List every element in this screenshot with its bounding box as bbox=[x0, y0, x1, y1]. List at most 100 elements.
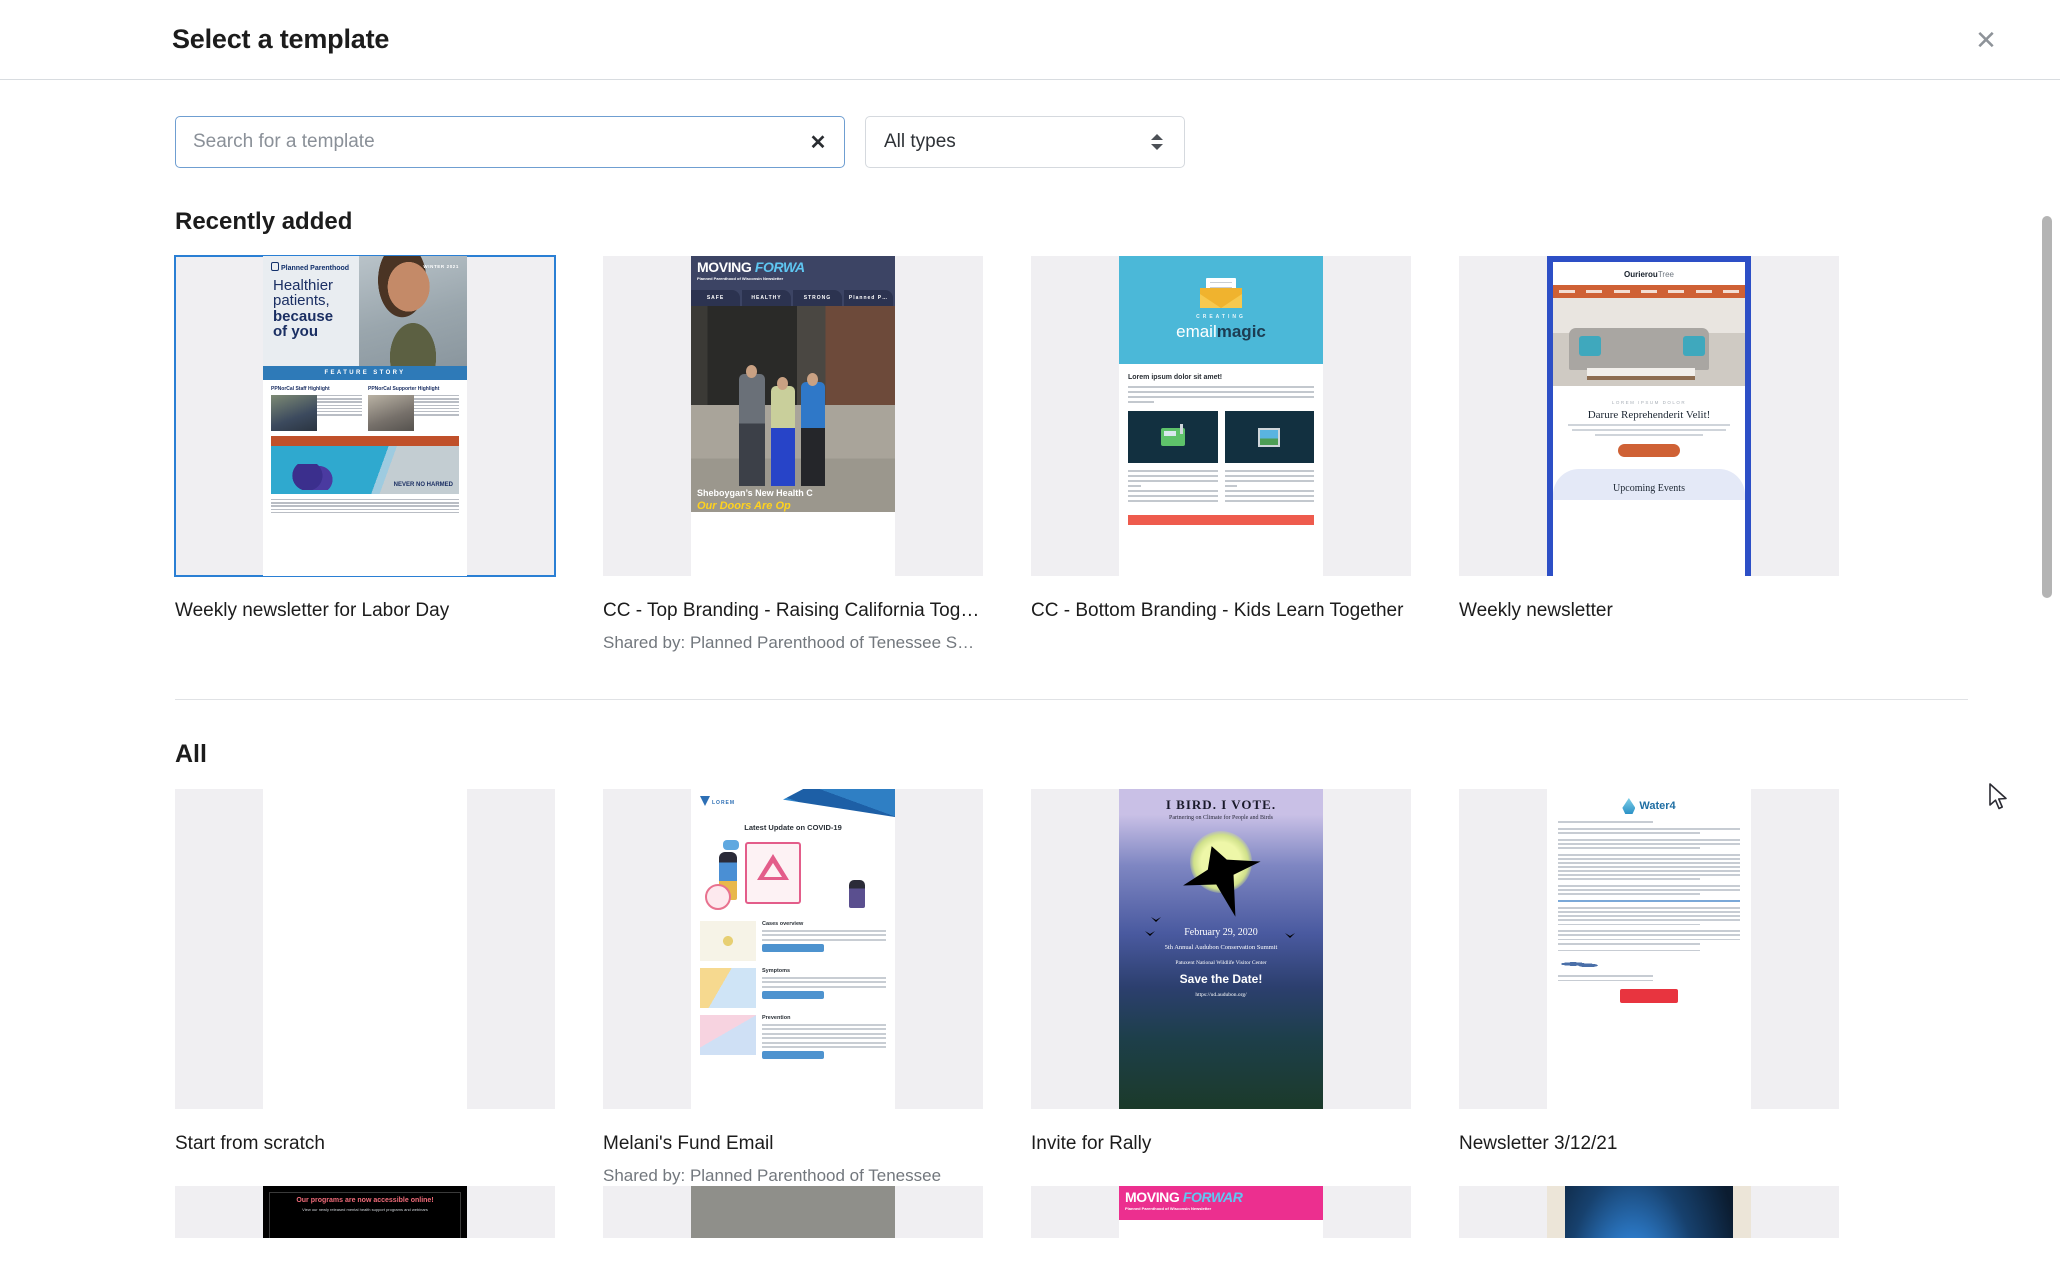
template-title[interactable]: Melani's Fund Email bbox=[603, 1133, 983, 1155]
template-thumbnail[interactable]: IRELAND bbox=[603, 1186, 983, 1238]
bird-save-the-date: Save the Date! bbox=[1179, 972, 1263, 986]
pp-col1-heading: PPNorCal Staff Highlight bbox=[271, 386, 330, 392]
mf-title-b: FORWA bbox=[754, 259, 805, 275]
envelope-icon bbox=[1200, 278, 1242, 308]
close-icon[interactable]: ✕ bbox=[1968, 22, 2004, 58]
template-title[interactable]: Weekly newsletter bbox=[1459, 600, 1839, 622]
template-toolbar: ✕ All types bbox=[0, 80, 2060, 168]
em-brand-bold: magic bbox=[1216, 322, 1266, 341]
pp-headline-4: of you bbox=[273, 322, 318, 340]
search-field-wrapper: ✕ bbox=[175, 116, 845, 168]
template-preview-ireland: IRELAND bbox=[691, 1186, 895, 1238]
template-card[interactable]: I BIRD. I VOTE. Partnering on Climate fo… bbox=[1031, 789, 1411, 1186]
template-preview-feather bbox=[1547, 1186, 1751, 1238]
template-thumbnail[interactable]: Planned Parenthood WINTER 2021 Healthier… bbox=[174, 255, 556, 577]
template-grid-recently-added: Planned Parenthood WINTER 2021 Healthier… bbox=[174, 255, 2060, 653]
dialog-title: Select a template bbox=[172, 24, 390, 54]
template-card[interactable]: IRELAND bbox=[603, 1186, 983, 1238]
mf-caption-1: Sheboygan’s New Health C bbox=[697, 488, 813, 498]
template-card[interactable]: Our programs are now accessible online! … bbox=[175, 1186, 555, 1238]
template-preview-moving-forward-pink: MOVING FORWAR Planned Parenthood of Wisc… bbox=[1119, 1186, 1323, 1238]
programs-headline: Our programs are now accessible online! bbox=[296, 1197, 434, 1204]
mf-subtitle: Planned Parenthood of Wisconsin Newslett… bbox=[697, 276, 784, 281]
bird-title: I BIRD. I VOTE. bbox=[1165, 797, 1277, 812]
template-thumbnail[interactable]: I BIRD. I VOTE. Partnering on Climate fo… bbox=[1031, 789, 1411, 1109]
template-card[interactable]: MOVING FORWAR Planned Parenthood of Wisc… bbox=[1031, 1186, 1411, 1238]
template-card[interactable]: Planned Parenthood WINTER 2021 Healthier… bbox=[174, 255, 556, 653]
search-input[interactable] bbox=[175, 116, 845, 168]
template-title[interactable]: CC - Top Branding - Raising California T… bbox=[603, 600, 983, 622]
mf-caption-2: Our Doors Are Op bbox=[697, 500, 791, 512]
template-thumbnail[interactable]: LOREM Latest Update on COVID-19 Cases ov… bbox=[603, 789, 983, 1109]
bird-date: February 29, 2020 bbox=[1184, 927, 1258, 938]
template-title[interactable]: Newsletter 3/12/21 bbox=[1459, 1133, 1839, 1155]
cv-block1-heading: Cases overview bbox=[762, 921, 804, 927]
template-title[interactable]: Invite for Rally bbox=[1031, 1133, 1411, 1155]
clear-search-icon[interactable]: ✕ bbox=[805, 129, 831, 155]
ou-heading: Darure Reprehenderit Velit! bbox=[1587, 409, 1711, 421]
stamp-photo-icon bbox=[1224, 411, 1314, 463]
ou-logo-b: Tree bbox=[1657, 270, 1674, 279]
type-filter-select[interactable]: All types bbox=[865, 116, 1185, 168]
mfp-subtitle: Planned Parenthood of Wisconsin Newslett… bbox=[1125, 1206, 1212, 1211]
template-thumbnail[interactable]: MOVING FORWAR Planned Parenthood of Wisc… bbox=[1031, 1186, 1411, 1238]
ou-read-more-button bbox=[1618, 444, 1680, 457]
scrollbar-thumb[interactable] bbox=[2042, 216, 2052, 598]
mf-tab: HEALTHY bbox=[742, 290, 791, 306]
template-preview-moving-forward: MOVING FORWA Planned Parenthood of Wisco… bbox=[691, 256, 895, 576]
template-thumbnail[interactable] bbox=[175, 789, 555, 1109]
programs-subline: View our newly released mental health su… bbox=[302, 1207, 428, 1212]
template-thumbnail[interactable]: OurierouTree LOREM IPSUM DOLOR Darure Re… bbox=[1459, 256, 1839, 576]
template-card[interactable]: Water4 Newsletter 3/12/21 bbox=[1459, 789, 1839, 1186]
give-now-button bbox=[1620, 989, 1678, 1004]
template-card[interactable]: CREATING emailmagic Lorem ipsum dolor si… bbox=[1031, 256, 1411, 653]
em-heading: Lorem ipsum dolor sit amet! bbox=[1128, 374, 1223, 381]
template-card[interactable] bbox=[1459, 1186, 1839, 1238]
ou-logo-a: Ourierou bbox=[1624, 270, 1658, 279]
template-preview-water4: Water4 bbox=[1547, 789, 1751, 1109]
template-preview-blank bbox=[263, 789, 467, 1109]
template-list-scroll-area[interactable]: Recently added Planned Parenthood WINTER… bbox=[0, 168, 2060, 1238]
em-brand-light: email bbox=[1176, 322, 1217, 341]
template-title[interactable]: CC - Bottom Branding - Kids Learn Togeth… bbox=[1031, 600, 1411, 622]
chevron-updown-icon bbox=[1150, 132, 1164, 152]
ou-events-heading: Upcoming Events bbox=[1613, 483, 1685, 494]
template-thumbnail[interactable]: CREATING emailmagic Lorem ipsum dolor si… bbox=[1031, 256, 1411, 576]
signature-image bbox=[1560, 957, 1604, 972]
template-thumbnail[interactable]: MOVING FORWA Planned Parenthood of Wisco… bbox=[603, 256, 983, 576]
template-thumbnail[interactable] bbox=[1459, 1186, 1839, 1238]
bird-line-2: Patuxent National Wildlife Visitor Cente… bbox=[1175, 960, 1267, 966]
em-kicker: CREATING bbox=[1196, 314, 1246, 320]
template-preview-ourierou: OurierouTree LOREM IPSUM DOLOR Darure Re… bbox=[1547, 256, 1751, 576]
scrollbar-track[interactable] bbox=[2042, 170, 2052, 1190]
bird-url: https://ud.audubon.org/ bbox=[1195, 992, 1247, 998]
pp-headline-3: because bbox=[273, 307, 334, 325]
template-card[interactable]: MOVING FORWA Planned Parenthood of Wisco… bbox=[603, 256, 983, 653]
mfp-title-a: MOVING bbox=[1125, 1189, 1183, 1205]
section-heading-all: All bbox=[175, 740, 207, 768]
mf-title-a: MOVING bbox=[697, 259, 755, 275]
template-title[interactable]: Weekly newsletter for Labor Day bbox=[175, 600, 555, 622]
bird-line-1: 5th Annual Audubon Conservation Summit bbox=[1164, 944, 1278, 951]
mfp-title-b: FORWAR bbox=[1182, 1189, 1243, 1205]
template-card[interactable]: LOREM Latest Update on COVID-19 Cases ov… bbox=[603, 789, 983, 1186]
mf-tab: Planned P… bbox=[844, 290, 893, 306]
template-shared-by: Shared by: Planned Parenthood of Tenesse… bbox=[603, 633, 983, 652]
mf-tab: SAFE bbox=[691, 290, 740, 306]
template-card[interactable]: Start from scratch bbox=[175, 789, 555, 1186]
cv-block2-heading: Symptoms bbox=[762, 968, 791, 974]
template-thumbnail[interactable]: Our programs are now accessible online! … bbox=[175, 1186, 555, 1238]
pp-headline-2: patients, bbox=[273, 292, 330, 310]
template-grid-all: Start from scratch LOREM Latest Update o… bbox=[175, 789, 2060, 1238]
dialog-header: Select a template ✕ bbox=[0, 0, 2060, 80]
template-preview-email-magic: CREATING emailmagic Lorem ipsum dolor si… bbox=[1119, 256, 1323, 576]
template-card[interactable]: OurierouTree LOREM IPSUM DOLOR Darure Re… bbox=[1459, 256, 1839, 653]
template-title[interactable]: Start from scratch bbox=[175, 1133, 555, 1155]
pp-banner-word: NEVER NO HARMED bbox=[393, 482, 453, 488]
pp-ribbon: FEATURE STORY bbox=[263, 366, 467, 380]
template-preview-programs-online: Our programs are now accessible online! … bbox=[263, 1186, 467, 1238]
template-thumbnail[interactable]: Water4 bbox=[1459, 789, 1839, 1109]
pp-issue: WINTER 2021 bbox=[423, 264, 459, 269]
mailbox-icon bbox=[1128, 411, 1218, 463]
bird-tagline: Partnering on Climate for People and Bir… bbox=[1169, 815, 1273, 821]
